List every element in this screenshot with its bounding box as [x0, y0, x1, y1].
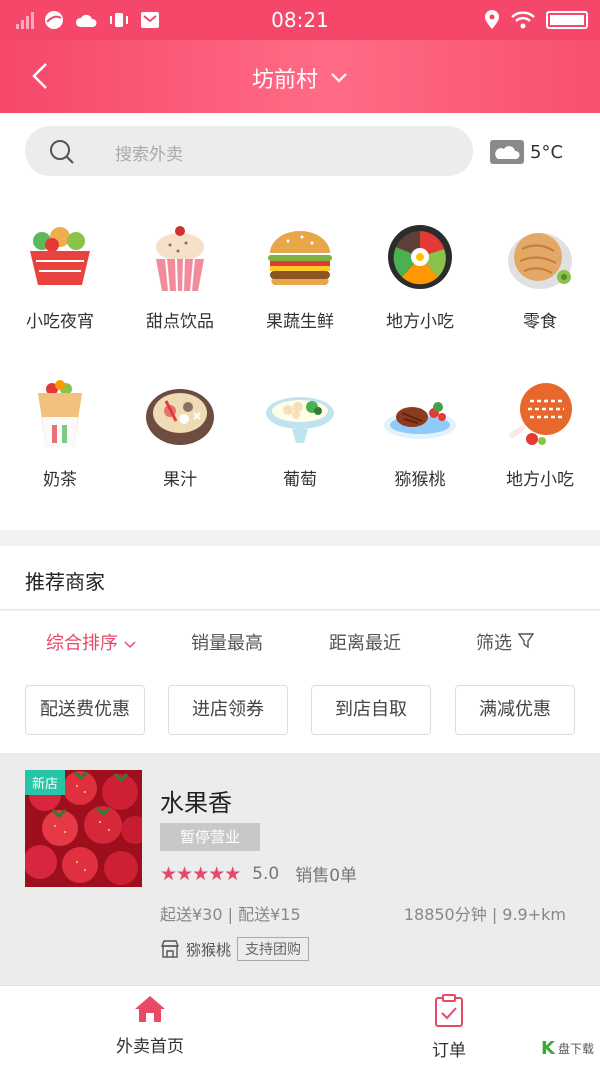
- watermark-logo-icon: K: [541, 1038, 555, 1059]
- shop-rating: ★★★★★ 5.0 销售0单: [160, 861, 358, 887]
- sort-distance[interactable]: 距离最近: [329, 629, 401, 655]
- shop-category: 猕猴桃: [186, 940, 232, 959]
- recommend-title: 推荐商家: [25, 570, 105, 594]
- shop-card[interactable]: 新店 水果香 暂停营业 ★★★★★ 5.0 销售0单 起送¥30 | 配送¥15…: [0, 753, 600, 985]
- shop-status-badge: 暂停营业: [160, 823, 260, 851]
- store-icon: [160, 940, 180, 958]
- category-label: 猕猴桃: [394, 470, 446, 490]
- chip-self-pickup[interactable]: 到店自取: [311, 685, 431, 735]
- sales-count: 销售0单: [295, 866, 358, 886]
- status-bar: 08:21: [0, 0, 600, 40]
- nav-bar: 坊前村: [0, 40, 600, 113]
- cloud-icon: [490, 140, 524, 164]
- sort-comprehensive[interactable]: 综合排序: [46, 629, 136, 655]
- search-placeholder: 搜索外卖: [115, 145, 183, 165]
- category-item[interactable]: 猕猴桃: [360, 377, 480, 490]
- meat-icon: [509, 383, 572, 445]
- filter-chips: 配送费优惠 进店领券 到店自取 满减优惠: [0, 673, 600, 753]
- category-grid: 小吃夜宵 甜点饮品 果蔬生鲜 地方小吃 零食 奶茶 果汁 葡萄 猕猴桃 地方小吃: [0, 197, 600, 530]
- tab-orders[interactable]: 订单: [418, 994, 480, 1061]
- sort-sales[interactable]: 销量最高: [191, 629, 263, 655]
- rating-stars: ★★★★★: [160, 862, 241, 885]
- burger-icon: [268, 231, 332, 286]
- pancake-icon: [508, 233, 572, 289]
- category-item[interactable]: 地方小吃: [480, 377, 600, 490]
- category-item[interactable]: 零食: [480, 219, 600, 332]
- clipboard-icon: [435, 994, 463, 1027]
- hotpot-icon: [146, 389, 214, 445]
- location-selector[interactable]: 坊前村: [0, 62, 600, 94]
- chip-full-reduction[interactable]: 满减优惠: [455, 685, 575, 735]
- cupcake-icon: [156, 226, 204, 292]
- search-row: 搜索外卖 5°C: [0, 113, 600, 197]
- location-icon: [485, 10, 499, 29]
- dumplings-icon: [266, 397, 334, 443]
- status-icons-right: [484, 10, 588, 30]
- weather-temp: 5°C: [530, 141, 564, 163]
- location-title: 坊前村: [251, 68, 318, 93]
- category-label: 甜点饮品: [146, 312, 214, 332]
- tab-home[interactable]: 外卖首页: [112, 994, 188, 1057]
- bottom-tab-bar: 外卖首页 订单 K 盘下载: [0, 985, 600, 1067]
- watermark: K 盘下载: [541, 1038, 594, 1059]
- category-label: 奶茶: [43, 470, 77, 490]
- wrap-icon: [38, 380, 82, 447]
- shop-distance: 18850分钟 | 9.9+km: [403, 905, 566, 924]
- tab-orders-label: 订单: [432, 1041, 466, 1061]
- category-label: 果汁: [163, 470, 197, 490]
- category-label: 果蔬生鲜: [266, 312, 334, 332]
- category-label: 地方小吃: [386, 312, 454, 332]
- search-icon: [50, 140, 74, 164]
- category-item[interactable]: 地方小吃: [360, 219, 480, 332]
- search-input[interactable]: 搜索外卖: [25, 126, 473, 176]
- sort-label: 综合排序: [46, 633, 118, 654]
- category-label: 葡萄: [283, 470, 317, 490]
- category-item[interactable]: 果蔬生鲜: [240, 219, 360, 332]
- group-buy-badge: 支持团购: [237, 937, 310, 961]
- category-label: 小吃夜宵: [26, 312, 94, 332]
- bibimbap-icon: [388, 225, 452, 289]
- battery-icon: [546, 11, 588, 29]
- basket-icon: [30, 227, 90, 285]
- filter-icon: [517, 633, 535, 649]
- rating-score: 5.0: [252, 863, 280, 884]
- shop-tags: 猕猴桃 支持团购: [160, 937, 310, 961]
- category-item[interactable]: 果汁: [120, 377, 240, 490]
- home-icon: [135, 996, 165, 1022]
- chip-coupons[interactable]: 进店领券: [168, 685, 288, 735]
- steak-icon: [384, 402, 456, 439]
- tab-home-label: 外卖首页: [116, 1037, 184, 1057]
- chevron-down-icon: [331, 73, 347, 83]
- filter-label: 筛选: [476, 633, 512, 654]
- category-item[interactable]: 葡萄: [240, 377, 360, 490]
- chip-delivery-discount[interactable]: 配送费优惠: [25, 685, 145, 735]
- category-item[interactable]: 小吃夜宵: [0, 219, 120, 332]
- shop-fees: 起送¥30 | 配送¥15: [160, 905, 301, 924]
- chevron-down-icon: [124, 641, 136, 649]
- category-item[interactable]: 奶茶: [0, 377, 120, 490]
- category-item[interactable]: 甜点饮品: [120, 219, 240, 332]
- new-shop-tag: 新店: [25, 770, 66, 795]
- wifi-icon: [511, 11, 535, 29]
- category-label: 地方小吃: [506, 470, 574, 490]
- sort-bar: 综合排序 销量最高 距离最近 筛选: [0, 611, 600, 673]
- category-label: 零食: [523, 312, 557, 332]
- shop-image: 新店: [25, 770, 142, 887]
- filter-button[interactable]: 筛选: [476, 629, 535, 655]
- weather-widget: 5°C: [490, 140, 563, 164]
- watermark-text: 盘下载: [557, 1042, 594, 1056]
- recommend-header: 推荐商家: [0, 546, 600, 610]
- shop-name: 水果香: [160, 789, 232, 817]
